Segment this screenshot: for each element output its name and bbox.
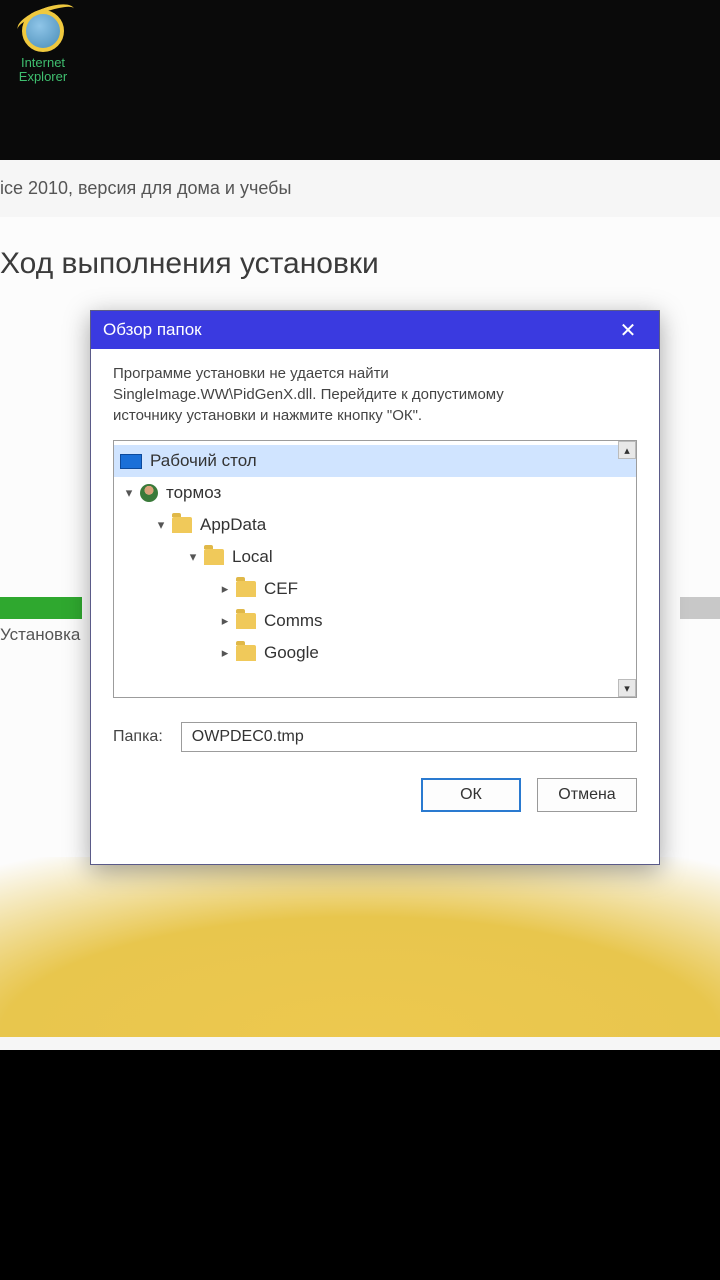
chevron-right-icon[interactable]: ▸ xyxy=(216,613,234,629)
installer-window-title: ice 2010, версия для дома и учебы xyxy=(0,178,720,217)
folder-icon xyxy=(236,645,256,661)
dialog-message-line: источнику установки и нажмите кнопку "ОК… xyxy=(113,405,637,426)
tree-item-appdata[interactable]: ▾ AppData xyxy=(114,509,636,541)
dialog-message: Программе установки не удается найти Sin… xyxy=(113,363,637,426)
cancel-button[interactable]: Отмена xyxy=(537,778,637,812)
tree-item-cef[interactable]: ▸ CEF xyxy=(114,573,636,605)
screen-edge xyxy=(0,1050,720,1280)
dialog-title: Обзор папок xyxy=(103,320,202,340)
user-icon xyxy=(140,484,158,502)
tree-item-local[interactable]: ▾ Local xyxy=(114,541,636,573)
dialog-body: Программе установки не удается найти Sin… xyxy=(91,349,659,864)
dialog-message-line: SingleImage.WW\PidGenX.dll. Перейдите к … xyxy=(113,384,637,405)
ie-icon xyxy=(22,10,64,52)
desktop-icon-label: Internet Explorer xyxy=(8,56,78,85)
tree-item-desktop[interactable]: Рабочий стол xyxy=(114,445,636,477)
desktop-glyph-icon xyxy=(120,454,142,469)
folder-input[interactable] xyxy=(181,722,637,752)
tree-item-google[interactable]: ▸ Google xyxy=(114,637,636,669)
tree-item-label: тормоз xyxy=(166,483,221,503)
desktop-background: Internet Explorer xyxy=(0,0,720,160)
progress-bar-fill xyxy=(0,597,82,619)
chevron-right-icon[interactable]: ▸ xyxy=(216,581,234,597)
progress-bar-track-end xyxy=(680,597,720,619)
chevron-down-icon[interactable]: ▾ xyxy=(120,485,138,501)
folder-icon xyxy=(172,517,192,533)
tree-item-label: Comms xyxy=(264,611,323,631)
folder-field-label: Папка: xyxy=(113,728,163,746)
folder-icon xyxy=(236,581,256,597)
scroll-down-icon[interactable]: ▾ xyxy=(618,679,636,697)
tree-item-label: Рабочий стол xyxy=(150,451,257,471)
folder-icon xyxy=(204,549,224,565)
scroll-up-icon[interactable]: ▴ xyxy=(618,441,636,459)
folder-icon xyxy=(236,613,256,629)
close-icon[interactable]: ✕ xyxy=(609,311,647,349)
tree-item-user[interactable]: ▾ тормоз xyxy=(114,477,636,509)
tree-item-label: Local xyxy=(232,547,273,567)
ok-button[interactable]: ОК xyxy=(421,778,521,812)
dialog-button-row: ОК Отмена xyxy=(113,778,637,812)
chevron-right-icon[interactable]: ▸ xyxy=(216,645,234,661)
folder-field-row: Папка: xyxy=(113,722,637,752)
tree-item-comms[interactable]: ▸ Comms xyxy=(114,605,636,637)
desktop-icon-ie[interactable]: Internet Explorer xyxy=(8,10,78,85)
dialog-titlebar[interactable]: Обзор папок ✕ xyxy=(91,311,659,349)
dialog-message-line: Программе установки не удается найти xyxy=(113,363,637,384)
tree-item-label: Google xyxy=(264,643,319,663)
progress-label: Установка xyxy=(0,625,80,645)
chevron-down-icon[interactable]: ▾ xyxy=(184,549,202,565)
decorative-swoosh xyxy=(0,857,720,1037)
browse-folders-dialog: Обзор папок ✕ Программе установки не уда… xyxy=(90,310,660,865)
tree-item-label: CEF xyxy=(264,579,298,599)
tree-item-label: AppData xyxy=(200,515,266,535)
folder-tree[interactable]: ▴ Рабочий стол ▾ тормоз ▾ AppData ▾ xyxy=(113,440,637,698)
installer-heading: Ход выполнения установки xyxy=(0,247,720,311)
chevron-down-icon[interactable]: ▾ xyxy=(152,517,170,533)
